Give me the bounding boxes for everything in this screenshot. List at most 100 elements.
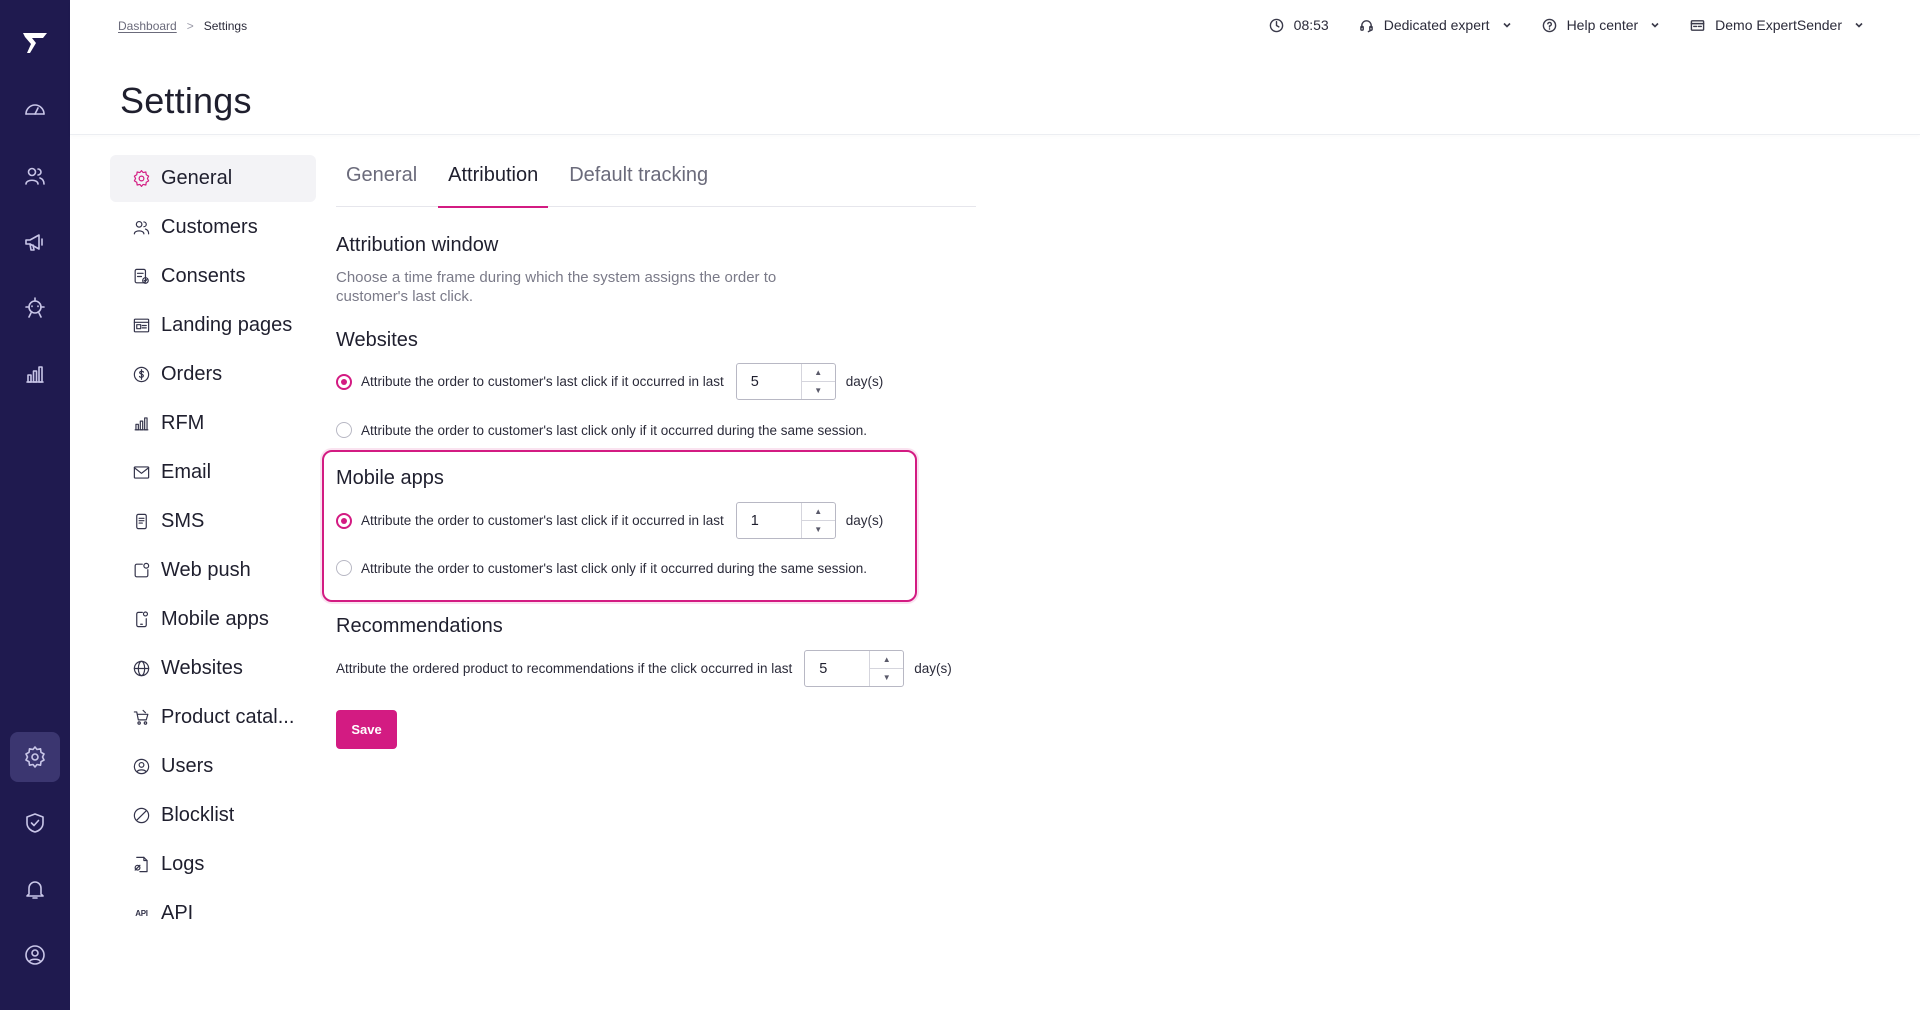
websites-days-input[interactable]: 5 (737, 364, 801, 399)
logo-icon[interactable] (10, 18, 60, 68)
stepper-arrows: ▲ ▼ (800, 364, 835, 399)
campaigns-icon[interactable] (10, 217, 60, 267)
help-icon (1542, 18, 1556, 32)
clock: 08:53 (1269, 17, 1329, 33)
nav-label: Web push (161, 559, 251, 581)
security-icon[interactable] (10, 798, 60, 848)
users-icon (133, 220, 150, 235)
nav-item-customers[interactable]: Customers (110, 204, 316, 251)
clock-icon (1269, 18, 1283, 32)
nav-label: Orders (161, 363, 223, 385)
user-circle-icon (133, 758, 150, 775)
page-title: Settings (120, 80, 252, 121)
mobile-days-stepper[interactable]: 1 ▲ ▼ (735, 502, 836, 539)
mail-icon (133, 466, 150, 479)
nav-label: RFM (161, 412, 205, 434)
account-menu[interactable]: Demo ExpertSender (1690, 17, 1864, 33)
account-card-icon (1690, 19, 1705, 31)
nav-item-sms[interactable]: SMS (110, 498, 316, 545)
page-header: Dashboard > Settings Settings 08:53 Dedi… (70, 0, 1920, 135)
automation-icon[interactable] (10, 283, 60, 333)
increment-arrow-icon[interactable]: ▲ (801, 503, 835, 521)
nav-label: Product catal... (161, 706, 295, 728)
nav-item-logs[interactable]: Logs (110, 841, 316, 888)
help-center-menu[interactable]: Help center (1542, 17, 1661, 33)
landing-pages-icon (133, 318, 150, 333)
settings-nav: General Customers Consents Landing pages… (110, 155, 316, 939)
nav-item-general[interactable]: General (110, 155, 316, 202)
websites-days-stepper[interactable]: 5 ▲ ▼ (735, 363, 836, 400)
nav-item-web-push[interactable]: Web push (110, 547, 316, 594)
nav-item-mobile-apps[interactable]: Mobile apps (110, 596, 316, 643)
nav-item-email[interactable]: Email (110, 449, 316, 496)
account-icon[interactable] (10, 930, 60, 980)
recommendations-row: Attribute the ordered product to recomme… (336, 650, 952, 687)
websites-option-last-label[interactable]: Attribute the order to customer's last c… (361, 374, 724, 389)
attribution-window-title: Attribution window (336, 234, 499, 256)
mobile-days-input[interactable]: 1 (737, 503, 801, 538)
nav-item-consents[interactable]: Consents (110, 253, 316, 300)
recommendations-title: Recommendations (336, 615, 503, 637)
mobile-radio-session[interactable] (336, 560, 352, 576)
breadcrumb-dashboard-link[interactable]: Dashboard (118, 19, 177, 33)
nav-item-users[interactable]: Users (110, 743, 316, 790)
recommendations-days-stepper[interactable]: 5 ▲ ▼ (804, 650, 905, 687)
breadcrumb-current: Settings (203, 19, 248, 33)
nav-item-landing-pages[interactable]: Landing pages (110, 302, 316, 349)
nav-item-websites[interactable]: Websites (110, 645, 316, 692)
mobile-radio-last[interactable] (336, 512, 352, 529)
left-rail (0, 0, 70, 1010)
mobile-option-session-label[interactable]: Attribute the order to customer's last c… (361, 561, 867, 576)
nav-item-blocklist[interactable]: Blocklist (110, 792, 316, 839)
tab-default-tracking[interactable]: Default tracking (559, 156, 718, 207)
nav-label: Users (161, 755, 214, 777)
chevron-down-icon (1502, 22, 1511, 28)
nav-item-rfm[interactable]: RFM (110, 400, 316, 447)
websites-radio-session[interactable] (336, 422, 352, 438)
recommendations-days-input[interactable]: 5 (805, 651, 869, 686)
stepper-arrows: ▲ ▼ (869, 651, 904, 686)
nav-item-api[interactable]: API API (110, 890, 316, 937)
clock-time: 08:53 (1293, 17, 1329, 33)
decrement-arrow-icon[interactable]: ▼ (802, 521, 835, 538)
notifications-icon[interactable] (10, 864, 60, 914)
nav-label: SMS (161, 510, 205, 532)
nav-label: General (161, 167, 233, 189)
websites-title: Websites (336, 329, 418, 351)
nav-label: Websites (161, 657, 243, 679)
breadcrumb-separator: > (186, 19, 194, 33)
nav-label: Mobile apps (161, 608, 269, 630)
increment-arrow-icon[interactable]: ▲ (801, 364, 835, 382)
analytics-icon[interactable] (10, 349, 60, 399)
nav-item-product-catalog[interactable]: Product catal... (110, 694, 316, 741)
settings-tabs: General Attribution Default tracking (336, 156, 976, 208)
decrement-arrow-icon[interactable]: ▼ (802, 382, 835, 399)
customers-icon[interactable] (10, 151, 60, 201)
mobile-option-session-row: Attribute the order to customer's last c… (336, 559, 867, 577)
breadcrumb: Dashboard > Settings (118, 19, 247, 33)
dedicated-expert-menu[interactable]: Dedicated expert (1359, 17, 1512, 33)
nav-label: Blocklist (161, 804, 235, 826)
nav-label: Email (161, 461, 212, 483)
attribution-description: Choose a time frame during which the sys… (336, 269, 777, 305)
api-icon: API (135, 909, 148, 918)
settings-icon[interactable] (10, 732, 60, 782)
tab-general[interactable]: General (336, 156, 427, 207)
chevron-down-icon (1651, 22, 1659, 28)
top-bar: 08:53 Dedicated expert Help center Demo … (1269, 17, 1864, 33)
save-button[interactable]: Save (336, 710, 397, 749)
increment-arrow-icon[interactable]: ▲ (870, 651, 904, 669)
websites-radio-last[interactable] (336, 373, 352, 390)
bar-chart-icon (134, 417, 149, 431)
dashboard-icon[interactable] (10, 85, 60, 135)
nav-item-orders[interactable]: Orders (110, 351, 316, 398)
tab-attribution[interactable]: Attribution (438, 156, 549, 208)
cart-icon (133, 709, 149, 725)
decrement-arrow-icon[interactable]: ▼ (870, 669, 903, 686)
nav-label: Consents (161, 265, 246, 287)
mobile-days-unit: day(s) (845, 513, 884, 528)
mobile-option-last-label[interactable]: Attribute the order to customer's last c… (361, 513, 724, 528)
nav-label: API (161, 902, 194, 924)
recommendations-label: Attribute the ordered product to recomme… (336, 661, 793, 676)
websites-option-session-label[interactable]: Attribute the order to customer's last c… (361, 423, 867, 438)
